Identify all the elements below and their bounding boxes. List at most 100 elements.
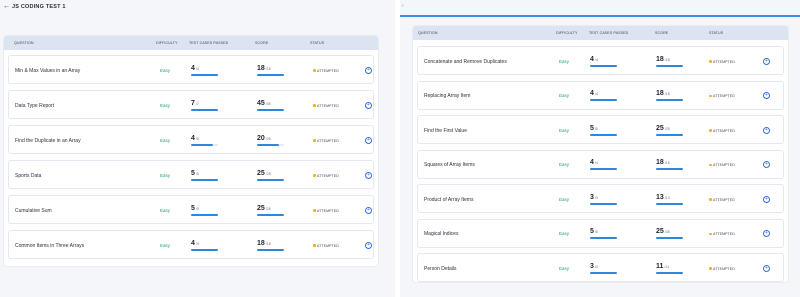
question-row[interactable]: Cumulative Sum Easy 5/5 25/25 ATTEMPTED + — [8, 195, 374, 224]
left-panel: ← JS CODING TEST 1 QUESTION DIFFICULTY T… — [0, 0, 395, 297]
score-value: 18 — [656, 159, 664, 166]
score-progress-bar — [656, 99, 683, 101]
expand-plus-icon[interactable]: + — [763, 264, 770, 272]
question-name[interactable]: Replacing Array Item — [424, 93, 470, 99]
table-header: QUESTION DIFFICULTY TEST CASES PASSED SC… — [4, 36, 378, 50]
score-progress-fill — [257, 178, 284, 181]
status-badge: ATTEMPTED — [709, 232, 735, 236]
score-progress-fill — [656, 271, 683, 274]
question-name[interactable]: Product of Array Items — [424, 197, 473, 203]
expand-plus-icon[interactable]: + — [763, 92, 770, 99]
expand-plus-icon[interactable]: + — [365, 136, 372, 144]
question-row[interactable]: Find the First Value Easy 5/5 25/25 ATTEMPTE… — [417, 115, 784, 144]
score-progress-bar — [257, 143, 284, 146]
back-icon[interactable]: ‹ — [402, 3, 404, 9]
question-name[interactable]: Sports Data — [15, 173, 41, 179]
status-dot — [709, 267, 712, 270]
question-row[interactable]: Squares of Array Items Easy 4/4 18/18 ATTEMP… — [417, 149, 784, 179]
status-dot — [313, 244, 316, 247]
expand-plus-icon[interactable]: + — [763, 195, 770, 203]
passed-count: 4 — [590, 55, 594, 63]
score-total: /18 — [664, 161, 670, 165]
arrow-left-icon[interactable]: ← — [3, 3, 10, 10]
score: 25/25 — [656, 228, 670, 235]
status-badge: ATTEMPTED — [313, 104, 339, 108]
question-name[interactable]: Find the First Value — [424, 128, 467, 134]
col-question: QUESTION — [14, 41, 34, 45]
question-name[interactable]: Squares of Array Items — [424, 162, 475, 168]
test-cases-progress-fill — [590, 271, 617, 274]
score-value: 25 — [656, 228, 664, 235]
question-row[interactable]: Min & Max Values in an Array Easy 4/4 18/18… — [8, 55, 374, 84]
test-cases-progress-fill — [191, 248, 218, 251]
status-badge: ATTEMPTED — [709, 163, 735, 167]
question-row[interactable]: Magical Indices Easy 5/5 25/25 ATTEMPTED + — [417, 218, 784, 248]
question-row[interactable]: Person Details Easy 3/3 11/11 ATTEMPTED + — [417, 253, 784, 282]
question-name[interactable]: Find the Duplicate in an Array — [15, 138, 81, 144]
question-row[interactable]: Sports Data Easy 5/5 25/25 ATTEMPTED + — [8, 160, 374, 189]
score-progress-fill — [656, 202, 683, 205]
status-text: ATTEMPTED — [713, 197, 735, 202]
expand-plus-icon[interactable]: + — [763, 126, 770, 134]
question-name[interactable]: Person Details — [424, 266, 457, 272]
expand-plus-icon[interactable]: + — [763, 161, 770, 168]
difficulty-label: Easy — [559, 196, 570, 202]
expand-plus-icon[interactable]: + — [365, 206, 372, 214]
question-name[interactable]: Data Type Report — [15, 103, 54, 109]
status-badge: ATTEMPTED — [709, 129, 735, 133]
expand-plus-icon[interactable]: + — [365, 101, 372, 109]
status-badge: ATTEMPTED — [313, 209, 339, 213]
question-name[interactable]: Concatenate and Remove Duplicates — [424, 59, 507, 65]
passed-count: 3 — [590, 262, 594, 270]
question-name[interactable]: Min & Max Values in an Array — [15, 68, 80, 74]
score: 45/45 — [257, 100, 271, 107]
expand-plus-icon[interactable]: + — [365, 171, 372, 179]
total-count: /5 — [594, 230, 598, 234]
status-text: ATTEMPTED — [713, 232, 735, 236]
score: 18/18 — [257, 240, 271, 247]
expand-plus-icon[interactable]: + — [763, 57, 770, 65]
score: 18/18 — [656, 90, 670, 97]
total-count: /3 — [594, 195, 598, 200]
question-row[interactable]: Replacing Array Item Easy 4/4 18/18 ATTEMPTE… — [417, 80, 784, 110]
expand-plus-icon[interactable]: + — [763, 230, 770, 237]
test-cases-progress-fill — [590, 237, 617, 239]
question-name[interactable]: Magical Indices — [424, 231, 458, 237]
col-score: SCORE — [255, 41, 269, 45]
question-row[interactable]: Common Items in Three Arrays Easy 4/4 18/18… — [8, 230, 374, 259]
question-row[interactable]: Product of Array Items Easy 3/3 13/13 ATTEMP… — [417, 184, 784, 213]
score: 18/18 — [257, 65, 271, 72]
status-badge: ATTEMPTED — [313, 139, 339, 143]
status-dot — [313, 139, 316, 142]
test-cases-progress-bar — [191, 248, 218, 251]
expand-plus-icon[interactable]: + — [365, 66, 372, 74]
score-total: /25 — [265, 206, 271, 211]
test-cases-progress-fill — [191, 178, 218, 181]
total-count: /4 — [594, 92, 598, 96]
question-row[interactable]: Data Type Report Easy 7/7 45/45 ATTEMPTED + — [8, 90, 374, 119]
status-dot — [709, 163, 712, 167]
test-cases-progress-bar — [191, 108, 218, 111]
col-score: SCORE — [655, 31, 669, 35]
test-cases-progress-bar — [590, 64, 617, 67]
passed-count: 7 — [191, 99, 195, 107]
status-dot — [709, 198, 712, 201]
status-text: ATTEMPTED — [317, 173, 339, 178]
question-row[interactable]: Find the Duplicate in an Array Easy 4/5 20/… — [8, 125, 374, 154]
question-row[interactable]: Concatenate and Remove Duplicates Easy 4/4… — [417, 46, 784, 75]
question-name[interactable]: Common Items in Three Arrays — [15, 243, 84, 249]
question-name[interactable]: Cumulative Sum — [15, 208, 52, 214]
status-text: ATTEMPTED — [317, 208, 339, 213]
questions-card-right: QUESTION DIFFICULTY TEST CASES PASSED SC… — [413, 26, 788, 282]
score-progress-bar — [656, 168, 683, 170]
col-difficulty: DIFFICULTY — [156, 41, 178, 45]
test-cases-progress-fill — [191, 73, 218, 76]
score-progress-bar — [656, 271, 683, 274]
page-title: JS CODING TEST 1 — [12, 4, 66, 10]
test-cases-progress-fill — [191, 143, 213, 146]
expand-plus-icon[interactable]: + — [365, 241, 372, 249]
score-value: 25 — [257, 204, 265, 212]
score-total: /25 — [664, 230, 670, 234]
passed-count: 5 — [191, 169, 195, 177]
passed-count: 3 — [590, 193, 594, 201]
